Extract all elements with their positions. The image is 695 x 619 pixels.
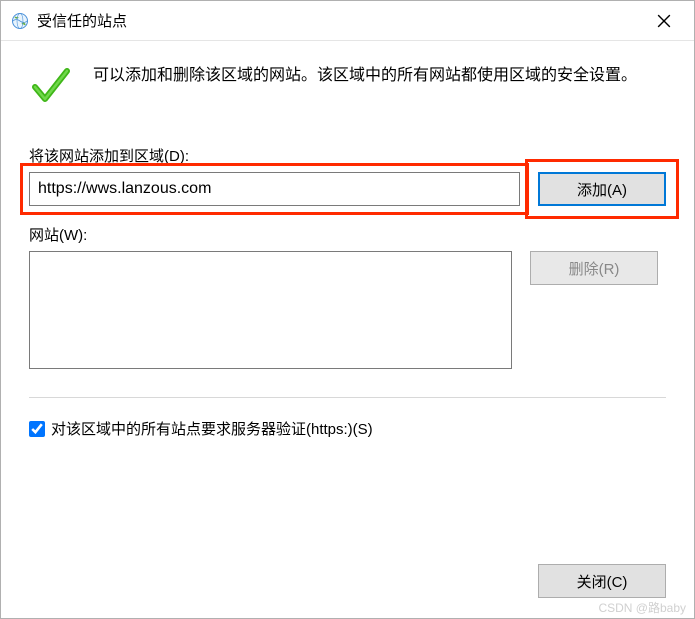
- globe-icon: [11, 12, 29, 30]
- add-site-row: 将该网站添加到区域(D): 添加(A): [29, 145, 666, 206]
- close-icon: [657, 14, 671, 28]
- footer: 关闭(C): [538, 564, 666, 598]
- description-text: 可以添加和删除该区域的网站。该区域中的所有网站都使用区域的安全设置。: [93, 63, 637, 89]
- window-title: 受信任的站点: [37, 10, 644, 31]
- https-checkbox[interactable]: [29, 421, 45, 437]
- close-dialog-button[interactable]: 关闭(C): [538, 564, 666, 598]
- add-button[interactable]: 添加(A): [538, 172, 666, 206]
- https-checkbox-label: 对该区域中的所有站点要求服务器验证(https:)(S): [51, 418, 373, 439]
- add-site-label: 将该网站添加到区域(D):: [29, 145, 520, 166]
- sites-listbox[interactable]: [29, 251, 512, 369]
- url-input[interactable]: [29, 172, 520, 206]
- close-button[interactable]: [644, 1, 684, 41]
- watermark: CSDN @路baby: [598, 599, 686, 616]
- https-checkbox-row[interactable]: 对该区域中的所有站点要求服务器验证(https:)(S): [29, 418, 666, 439]
- checkmark-icon: [29, 65, 71, 107]
- url-input-group: 将该网站添加到区域(D):: [29, 145, 520, 206]
- dialog-content: 可以添加和删除该区域的网站。该区域中的所有网站都使用区域的安全设置。 将该网站添…: [1, 41, 694, 439]
- sites-row: 删除(R): [29, 251, 666, 369]
- sites-label: 网站(W):: [29, 224, 666, 245]
- remove-button: 删除(R): [530, 251, 658, 285]
- header-row: 可以添加和删除该区域的网站。该区域中的所有网站都使用区域的安全设置。: [29, 63, 666, 107]
- divider: [29, 397, 666, 398]
- titlebar: 受信任的站点: [1, 1, 694, 41]
